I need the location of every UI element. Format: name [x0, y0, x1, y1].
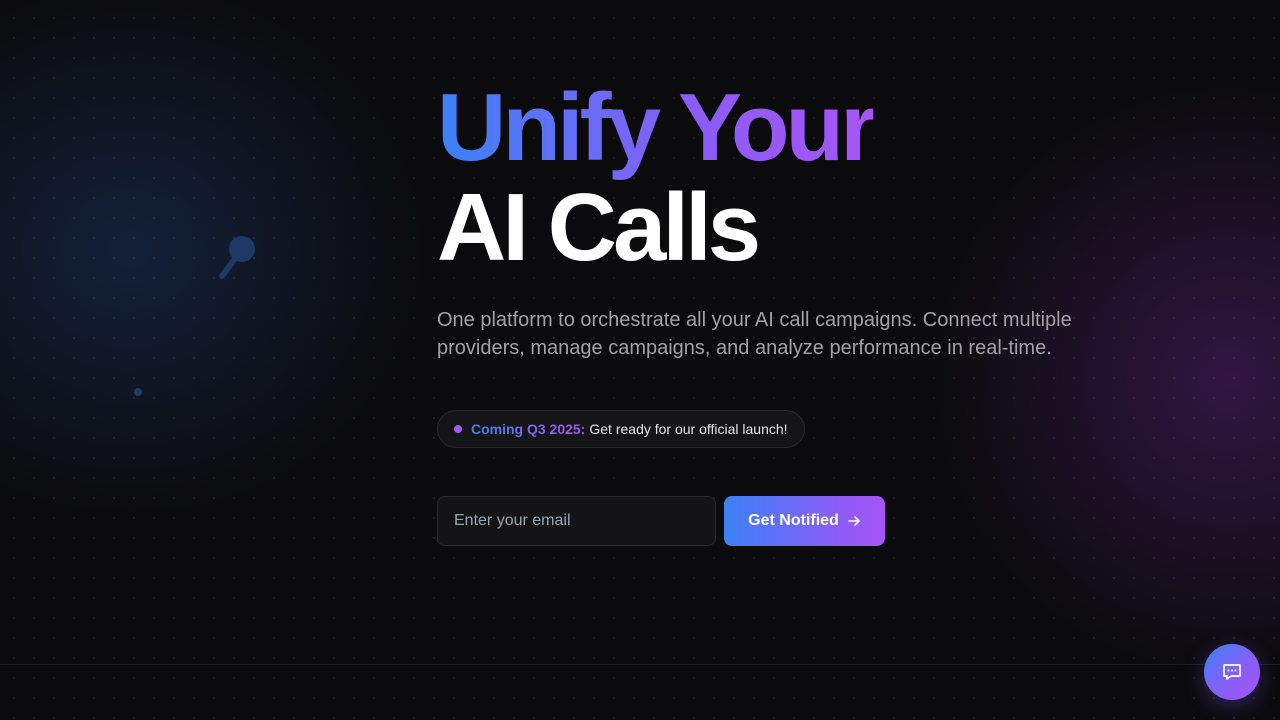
hero-section: Unify Your AI Calls One platform to orch… — [437, 80, 1137, 546]
get-notified-button[interactable]: Get Notified — [724, 496, 885, 546]
get-notified-label: Get Notified — [748, 512, 839, 529]
headline-gradient-line: Unify Your — [437, 74, 877, 181]
email-input[interactable] — [437, 496, 716, 546]
badge-highlight: Coming Q3 2025: — [471, 421, 586, 437]
headline-white-line: AI Calls — [437, 174, 761, 281]
arrow-right-icon — [848, 516, 860, 526]
hero-headline: Unify Your AI Calls — [437, 80, 1137, 276]
badge-text: Get ready for our official launch! — [589, 421, 788, 437]
decorative-pin-shape — [219, 236, 255, 279]
hero-subtitle: One platform to orchestrate all your AI … — [437, 309, 1072, 359]
launch-badge: Coming Q3 2025: Get ready for our offici… — [437, 410, 805, 448]
landing-page: Unify Your AI Calls One platform to orch… — [0, 0, 1280, 720]
chat-bubble-icon — [1223, 664, 1241, 680]
signup-form: Get Notified — [437, 496, 1137, 546]
footer-divider — [0, 664, 1280, 665]
decorative-dot — [134, 388, 142, 396]
status-dot-icon — [454, 425, 462, 433]
chat-button[interactable] — [1204, 644, 1260, 700]
